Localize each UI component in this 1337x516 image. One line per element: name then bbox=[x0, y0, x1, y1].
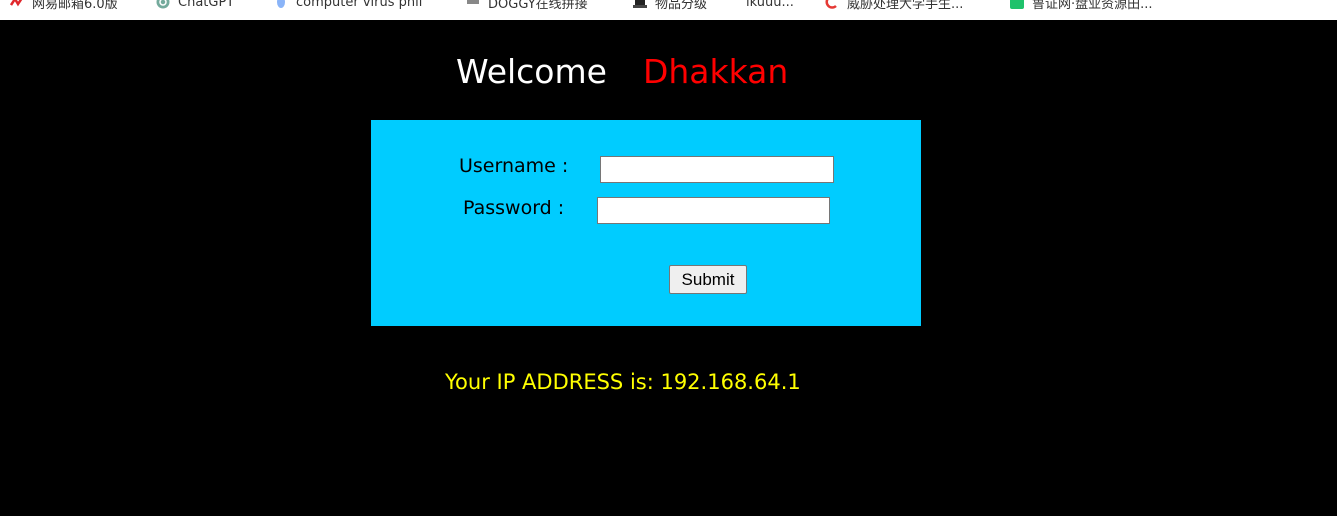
username-input[interactable] bbox=[600, 156, 834, 183]
bookmark-label: 鲁证网·盘业资源田... bbox=[1032, 0, 1153, 12]
bookmark-doggy[interactable]: DOGGY在线拼接 bbox=[466, 0, 588, 13]
bookmark-label: 网易邮箱6.0版 bbox=[32, 0, 118, 12]
red-c-icon bbox=[825, 0, 839, 9]
bookmark-label: computer virus phil bbox=[296, 0, 423, 10]
bookmark-resources[interactable]: 鲁证网·盘业资源田... bbox=[1010, 0, 1153, 13]
netease-mail-icon bbox=[9, 0, 24, 9]
bookmark-items[interactable]: 物品分级 bbox=[633, 0, 707, 13]
ip-address-message: Your IP ADDRESS is: 192.168.64.1 bbox=[445, 370, 801, 394]
bookmark-label: 物品分级 bbox=[655, 0, 708, 12]
welcome-heading: Welcome Dhakkan bbox=[456, 50, 788, 94]
welcome-text: Welcome bbox=[456, 52, 607, 91]
bookmark-label: ikuuu... bbox=[746, 0, 794, 10]
username-label: Username : bbox=[459, 155, 569, 177]
chatgpt-icon bbox=[156, 0, 170, 9]
bookmark-threat[interactable]: 威胁处理大学手生... bbox=[825, 0, 963, 13]
hat-icon bbox=[633, 0, 647, 9]
bookmark-label: ChatGPT bbox=[178, 0, 235, 10]
bookmark-label: 威胁处理大学手生... bbox=[847, 0, 964, 12]
password-input[interactable] bbox=[597, 197, 830, 224]
bookmark-ikuuu[interactable]: ikuuu... bbox=[746, 0, 794, 13]
bookmark-netease-mail[interactable]: 网易邮箱6.0版 bbox=[9, 0, 118, 13]
green-square-icon bbox=[1010, 0, 1024, 9]
doggy-icon bbox=[466, 0, 480, 9]
bookmark-label: DOGGY在线拼接 bbox=[488, 0, 588, 12]
blue-dot-icon bbox=[274, 0, 288, 9]
submit-button[interactable]: Submit bbox=[669, 265, 747, 294]
bookmarks-bar: 网易邮箱6.0版 ChatGPT computer virus phil DOG… bbox=[0, 0, 1337, 20]
bookmark-computer-virus[interactable]: computer virus phil bbox=[274, 0, 422, 13]
user-name: Dhakkan bbox=[642, 52, 789, 91]
bookmark-chatgpt[interactable]: ChatGPT bbox=[156, 0, 234, 13]
password-label: Password : bbox=[463, 197, 565, 219]
login-form: Username : Password : Submit bbox=[371, 120, 921, 326]
